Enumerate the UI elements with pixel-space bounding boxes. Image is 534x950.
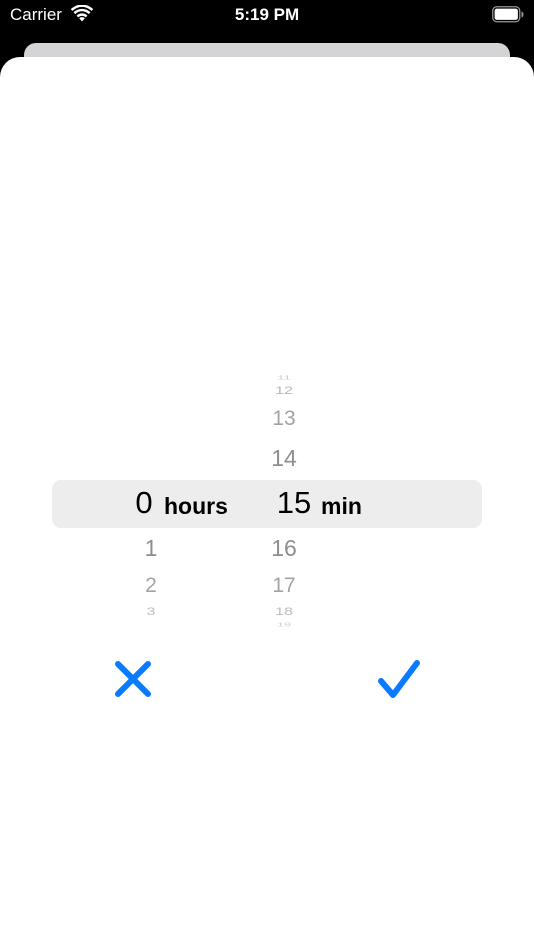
hours-option[interactable]: 2	[111, 574, 191, 598]
cancel-button[interactable]	[103, 649, 163, 709]
checkmark-icon	[378, 660, 420, 698]
close-icon	[115, 661, 151, 697]
minutes-option[interactable]: 13	[244, 407, 324, 431]
status-time: 5:19 PM	[234, 5, 300, 24]
minutes-option[interactable]: 16	[244, 535, 324, 562]
minutes-option[interactable]: 18	[244, 606, 324, 619]
minutes-option[interactable]: 19	[244, 622, 324, 628]
duration-picker-sheet: 0 1 2 3 hours 11 12 13 14 15 16 17 18 19…	[0, 57, 534, 950]
hours-option[interactable]: 3	[111, 606, 191, 619]
minutes-option[interactable]: 11	[244, 375, 324, 381]
minutes-option[interactable]: 14	[244, 445, 324, 472]
battery-icon	[492, 6, 524, 23]
minutes-option[interactable]: 12	[244, 385, 324, 398]
duration-picker[interactable]: 0 1 2 3 hours 11 12 13 14 15 16 17 18 19…	[0, 57, 534, 950]
confirm-button[interactable]	[369, 649, 429, 709]
minutes-option[interactable]: 17	[244, 574, 324, 598]
minutes-unit-label: min	[321, 493, 362, 519]
status-bar: Carrier 5:19 PM	[0, 0, 534, 32]
hours-unit-label: hours	[164, 493, 228, 519]
screen: Carrier 5:19 PM 0 1 2 3 hours 11 12 13 1…	[0, 0, 534, 950]
hours-option[interactable]: 1	[111, 535, 191, 562]
